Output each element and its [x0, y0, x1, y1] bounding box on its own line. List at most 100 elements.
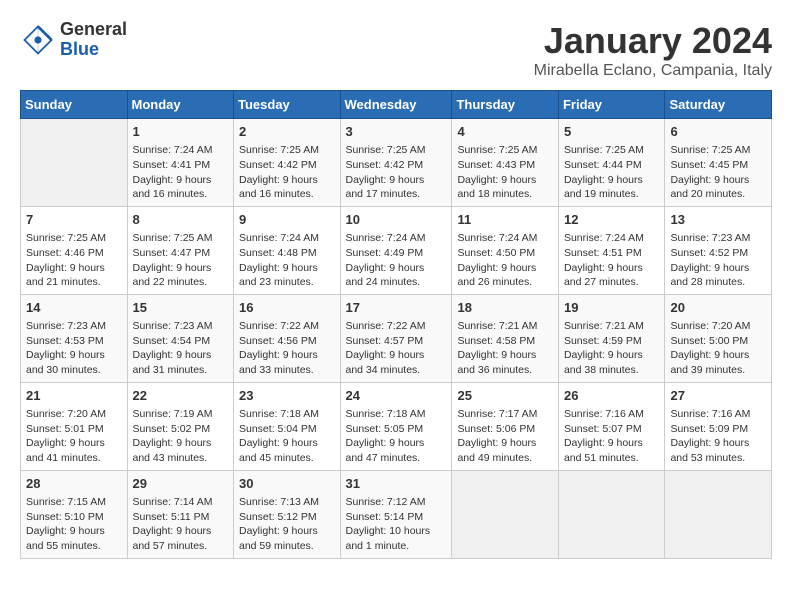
day-number: 29 — [133, 475, 229, 493]
calendar-cell: 10Sunrise: 7:24 AM Sunset: 4:49 PM Dayli… — [340, 206, 452, 294]
calendar-cell: 28Sunrise: 7:15 AM Sunset: 5:10 PM Dayli… — [21, 470, 128, 558]
calendar-cell: 7Sunrise: 7:25 AM Sunset: 4:46 PM Daylig… — [21, 206, 128, 294]
day-number: 26 — [564, 387, 660, 405]
day-info: Sunrise: 7:19 AM Sunset: 5:02 PM Dayligh… — [133, 407, 229, 466]
day-number: 12 — [564, 211, 660, 229]
day-info: Sunrise: 7:21 AM Sunset: 4:58 PM Dayligh… — [457, 319, 553, 378]
calendar-row: 28Sunrise: 7:15 AM Sunset: 5:10 PM Dayli… — [21, 470, 772, 558]
calendar-cell: 14Sunrise: 7:23 AM Sunset: 4:53 PM Dayli… — [21, 294, 128, 382]
day-number: 20 — [670, 299, 766, 317]
calendar-cell — [558, 470, 665, 558]
day-info: Sunrise: 7:16 AM Sunset: 5:07 PM Dayligh… — [564, 407, 660, 466]
calendar-row: 14Sunrise: 7:23 AM Sunset: 4:53 PM Dayli… — [21, 294, 772, 382]
header-friday: Friday — [558, 91, 665, 119]
calendar-cell — [665, 470, 772, 558]
calendar-cell: 13 Sunrise: 7:23 AM Sunset: 4:52 PM Dayli… — [665, 206, 772, 294]
day-number: 2 — [239, 123, 335, 141]
day-info: Sunrise: 7:25 AM Sunset: 4:42 PM Dayligh… — [346, 143, 447, 202]
calendar-cell: 12 Sunrise: 7:24 AM Sunset: 4:51 PM Dayli… — [558, 206, 665, 294]
day-number: 21 — [26, 387, 122, 405]
calendar-cell: 5 Sunrise: 7:25 AM Sunset: 4:44 PM Daylig… — [558, 119, 665, 207]
calendar-cell: 25 Sunrise: 7:17 AM Sunset: 5:06 PM Dayli… — [452, 382, 559, 470]
day-number: 25 — [457, 387, 553, 405]
day-info: Sunrise: 7:23 AM Sunset: 4:52 PM Dayligh… — [670, 231, 766, 290]
day-info: Sunrise: 7:20 AM Sunset: 5:01 PM Dayligh… — [26, 407, 122, 466]
calendar-cell: 24 Sunrise: 7:18 AM Sunset: 5:05 PM Dayli… — [340, 382, 452, 470]
calendar-cell: 11 Sunrise: 7:24 AM Sunset: 4:50 PM Dayli… — [452, 206, 559, 294]
header-saturday: Saturday — [665, 91, 772, 119]
day-info: Sunrise: 7:25 AM Sunset: 4:42 PM Dayligh… — [239, 143, 335, 202]
calendar-cell — [452, 470, 559, 558]
day-number: 11 — [457, 211, 553, 229]
day-number: 19 — [564, 299, 660, 317]
day-number: 8 — [133, 211, 229, 229]
calendar-cell: 16Sunrise: 7:22 AM Sunset: 4:56 PM Dayli… — [234, 294, 341, 382]
day-number: 31 — [346, 475, 447, 493]
day-info: Sunrise: 7:25 AM Sunset: 4:47 PM Dayligh… — [133, 231, 229, 290]
calendar-cell: 23Sunrise: 7:18 AM Sunset: 5:04 PM Dayli… — [234, 382, 341, 470]
calendar-cell: 31Sunrise: 7:12 AM Sunset: 5:14 PM Dayli… — [340, 470, 452, 558]
day-info: Sunrise: 7:24 AM Sunset: 4:48 PM Dayligh… — [239, 231, 335, 290]
day-number: 15 — [133, 299, 229, 317]
day-info: Sunrise: 7:24 AM Sunset: 4:50 PM Dayligh… — [457, 231, 553, 290]
calendar-row: 1 Sunrise: 7:24 AM Sunset: 4:41 PM Daylig… — [21, 119, 772, 207]
page-header: General Blue January 2024 Mirabella Ecla… — [20, 20, 772, 80]
calendar-cell: 19Sunrise: 7:21 AM Sunset: 4:59 PM Dayli… — [558, 294, 665, 382]
day-info: Sunrise: 7:24 AM Sunset: 4:51 PM Dayligh… — [564, 231, 660, 290]
day-info: Sunrise: 7:24 AM Sunset: 4:41 PM Dayligh… — [133, 143, 229, 202]
day-info: Sunrise: 7:15 AM Sunset: 5:10 PM Dayligh… — [26, 495, 122, 554]
header-thursday: Thursday — [452, 91, 559, 119]
day-number: 27 — [670, 387, 766, 405]
day-number: 7 — [26, 211, 122, 229]
logo-general: General — [60, 20, 127, 40]
day-info: Sunrise: 7:25 AM Sunset: 4:45 PM Dayligh… — [670, 143, 766, 202]
title-block: January 2024 Mirabella Eclano, Campania,… — [534, 20, 772, 80]
day-number: 5 — [564, 123, 660, 141]
day-info: Sunrise: 7:14 AM Sunset: 5:11 PM Dayligh… — [133, 495, 229, 554]
calendar-cell: 18Sunrise: 7:21 AM Sunset: 4:58 PM Dayli… — [452, 294, 559, 382]
day-info: Sunrise: 7:24 AM Sunset: 4:49 PM Dayligh… — [346, 231, 447, 290]
calendar-cell: 30 Sunrise: 7:13 AM Sunset: 5:12 PM Dayli… — [234, 470, 341, 558]
day-info: Sunrise: 7:13 AM Sunset: 5:12 PM Dayligh… — [239, 495, 335, 554]
calendar-cell: 2 Sunrise: 7:25 AM Sunset: 4:42 PM Daylig… — [234, 119, 341, 207]
day-info: Sunrise: 7:18 AM Sunset: 5:04 PM Dayligh… — [239, 407, 335, 466]
day-number: 6 — [670, 123, 766, 141]
calendar-cell: 8 Sunrise: 7:25 AM Sunset: 4:47 PM Daylig… — [127, 206, 234, 294]
day-number: 13 — [670, 211, 766, 229]
calendar-cell: 15Sunrise: 7:23 AM Sunset: 4:54 PM Dayli… — [127, 294, 234, 382]
logo-text: General Blue — [60, 20, 127, 60]
day-info: Sunrise: 7:25 AM Sunset: 4:43 PM Dayligh… — [457, 143, 553, 202]
day-info: Sunrise: 7:17 AM Sunset: 5:06 PM Dayligh… — [457, 407, 553, 466]
calendar-cell: 22 Sunrise: 7:19 AM Sunset: 5:02 PM Dayli… — [127, 382, 234, 470]
header-sunday: Sunday — [21, 91, 128, 119]
calendar-cell: 26 Sunrise: 7:16 AM Sunset: 5:07 PM Dayli… — [558, 382, 665, 470]
logo-blue: Blue — [60, 40, 127, 60]
day-number: 30 — [239, 475, 335, 493]
day-number: 4 — [457, 123, 553, 141]
calendar-cell — [21, 119, 128, 207]
calendar-cell: 9 Sunrise: 7:24 AM Sunset: 4:48 PM Daylig… — [234, 206, 341, 294]
day-number: 24 — [346, 387, 447, 405]
calendar-cell: 29 Sunrise: 7:14 AM Sunset: 5:11 PM Dayli… — [127, 470, 234, 558]
calendar-cell: 4 Sunrise: 7:25 AM Sunset: 4:43 PM Daylig… — [452, 119, 559, 207]
location: Mirabella Eclano, Campania, Italy — [534, 62, 772, 80]
header-wednesday: Wednesday — [340, 91, 452, 119]
header-tuesday: Tuesday — [234, 91, 341, 119]
day-number: 9 — [239, 211, 335, 229]
calendar-row: 7Sunrise: 7:25 AM Sunset: 4:46 PM Daylig… — [21, 206, 772, 294]
calendar-cell: 21 Sunrise: 7:20 AM Sunset: 5:01 PM Dayli… — [21, 382, 128, 470]
logo: General Blue — [20, 20, 127, 60]
day-number: 22 — [133, 387, 229, 405]
calendar-cell: 27Sunrise: 7:16 AM Sunset: 5:09 PM Dayli… — [665, 382, 772, 470]
day-number: 17 — [346, 299, 447, 317]
day-info: Sunrise: 7:23 AM Sunset: 4:53 PM Dayligh… — [26, 319, 122, 378]
calendar-row: 21 Sunrise: 7:20 AM Sunset: 5:01 PM Dayli… — [21, 382, 772, 470]
calendar-cell: 6 Sunrise: 7:25 AM Sunset: 4:45 PM Daylig… — [665, 119, 772, 207]
day-number: 16 — [239, 299, 335, 317]
day-number: 3 — [346, 123, 447, 141]
calendar-table: SundayMondayTuesdayWednesdayThursdayFrid… — [20, 90, 772, 559]
day-number: 1 — [133, 123, 229, 141]
day-info: Sunrise: 7:25 AM Sunset: 4:44 PM Dayligh… — [564, 143, 660, 202]
header-monday: Monday — [127, 91, 234, 119]
day-info: Sunrise: 7:18 AM Sunset: 5:05 PM Dayligh… — [346, 407, 447, 466]
